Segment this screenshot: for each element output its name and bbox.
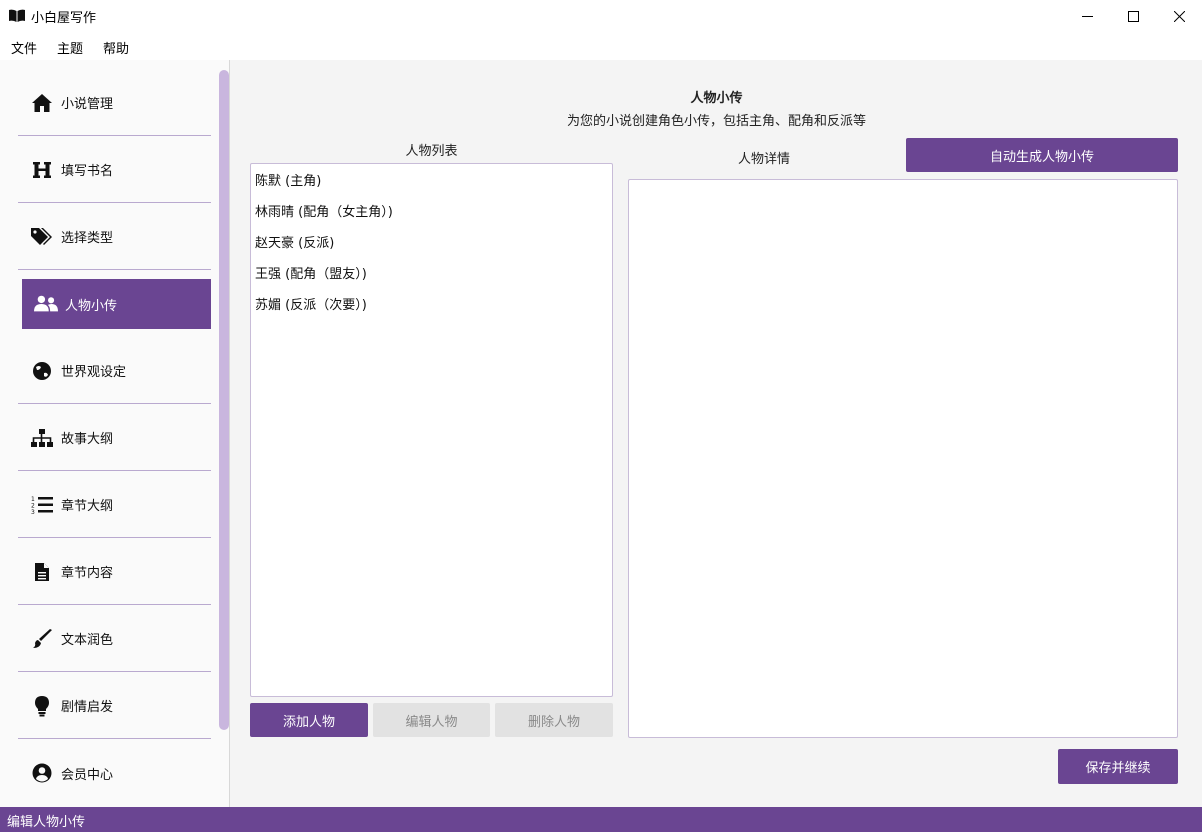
sidebar-item-label: 人物小传 — [65, 298, 118, 314]
minimize-button[interactable] — [1064, 0, 1110, 32]
sidebar-item-genre[interactable]: 选择类型 — [18, 204, 211, 270]
page-subtitle: 为您的小说创建角色小传，包括主角、配角和反派等 — [566, 114, 866, 129]
list-ol-icon: 123 — [30, 493, 54, 517]
list-item[interactable]: 赵天豪 (反派) — [251, 228, 612, 259]
maximize-icon — [1127, 10, 1139, 22]
status-text: 编辑人物小传 — [7, 815, 86, 830]
book-open-icon — [9, 9, 25, 22]
sidebar-item-label: 章节内容 — [61, 566, 114, 581]
save-continue-button[interactable]: 保存并继续 — [1058, 749, 1178, 784]
globe-icon — [30, 359, 54, 383]
status-bar: 编辑人物小传 — [0, 807, 1202, 832]
menu-theme[interactable]: 主题 — [57, 38, 83, 57]
sidebar-item-chapter-outline[interactable]: 123 章节大纲 — [18, 472, 211, 538]
character-detail-textarea[interactable] — [628, 179, 1178, 738]
content-panel: 人物小传 为您的小说创建角色小传，包括主角、配角和反派等 人物列表 陈默 (主角… — [231, 60, 1202, 807]
sidebar-item-label: 世界观设定 — [61, 365, 127, 380]
svg-text:3: 3 — [31, 509, 35, 515]
sidebar-item-worldview[interactable]: 世界观设定 — [18, 338, 211, 404]
sidebar-scrollbar[interactable] — [219, 70, 229, 730]
sidebar: 小说管理 填写书名 选择类型 人物小传 世界观设定 故事大纲 1 2 3 章节大… — [0, 60, 230, 807]
sidebar-item-story-outline[interactable]: 故事大纲 — [18, 405, 211, 471]
edit-character-button[interactable]: 编辑人物 — [373, 703, 490, 737]
auto-generate-button[interactable]: 自动生成人物小传 — [906, 138, 1178, 172]
sidebar-item-label: 剧情启发 — [61, 700, 114, 715]
tags-icon — [30, 225, 54, 249]
list-item[interactable]: 陈默 (主角) — [251, 166, 612, 197]
maximize-button[interactable] — [1110, 0, 1156, 32]
window-title: 小白屋写作 — [31, 11, 97, 26]
sidebar-item-label: 选择类型 — [61, 231, 114, 246]
sidebar-item-label: 小说管理 — [61, 97, 114, 112]
sidebar-item-polish[interactable]: 文本润色 — [18, 606, 211, 672]
sidebar-item-chapter-content[interactable]: 章节内容 — [18, 539, 211, 605]
brush-icon — [30, 627, 54, 651]
sidebar-item-label: 填写书名 — [61, 164, 114, 179]
sidebar-item-label: 会员中心 — [61, 767, 114, 783]
sidebar-item-label: 章节大纲 — [61, 499, 114, 514]
sidebar-item-label: 文本润色 — [61, 633, 114, 648]
close-icon — [1173, 10, 1185, 22]
sidebar-item-label: 故事大纲 — [61, 432, 114, 447]
character-list-label: 人物列表 — [405, 144, 458, 159]
delete-character-button[interactable]: 删除人物 — [495, 703, 613, 737]
character-detail-label: 人物详情 — [737, 152, 790, 167]
sidebar-item-book-title[interactable]: 填写书名 — [18, 137, 211, 203]
list-item[interactable]: 王强 (配角（盟友）) — [251, 259, 612, 290]
sidebar-item-novel-management[interactable]: 小说管理 — [18, 70, 211, 136]
menu-bar: 文件 主题 帮助 — [0, 32, 1202, 60]
close-button[interactable] — [1156, 0, 1202, 32]
users-icon — [34, 292, 58, 316]
heading-icon — [30, 158, 54, 182]
sidebar-item-characters[interactable]: 人物小传 — [22, 279, 211, 329]
list-item[interactable]: 苏媚 (反派（次要）) — [251, 290, 612, 321]
page-title: 人物小传 — [690, 91, 743, 106]
home-icon — [30, 91, 54, 115]
user-circle-icon — [30, 761, 54, 785]
add-character-button[interactable]: 添加人物 — [250, 703, 368, 737]
main-area: 小说管理 填写书名 选择类型 人物小传 世界观设定 故事大纲 1 2 3 章节大… — [0, 60, 1202, 807]
sidebar-item-plot-inspiration[interactable]: 剧情启发 — [18, 673, 211, 739]
list-item[interactable]: 林雨晴 (配角（女主角）) — [251, 197, 612, 228]
lightbulb-icon — [30, 694, 54, 718]
menu-file[interactable]: 文件 — [11, 38, 37, 57]
sitemap-icon — [30, 426, 54, 450]
title-bar: 小白屋写作 — [0, 0, 1202, 32]
sidebar-item-member-center[interactable]: 会员中心 — [18, 740, 211, 806]
character-list[interactable]: 陈默 (主角) 林雨晴 (配角（女主角）) 赵天豪 (反派) 王强 (配角（盟友… — [250, 163, 613, 697]
minimize-icon — [1081, 15, 1093, 17]
menu-help[interactable]: 帮助 — [103, 38, 129, 57]
file-icon — [30, 560, 54, 584]
